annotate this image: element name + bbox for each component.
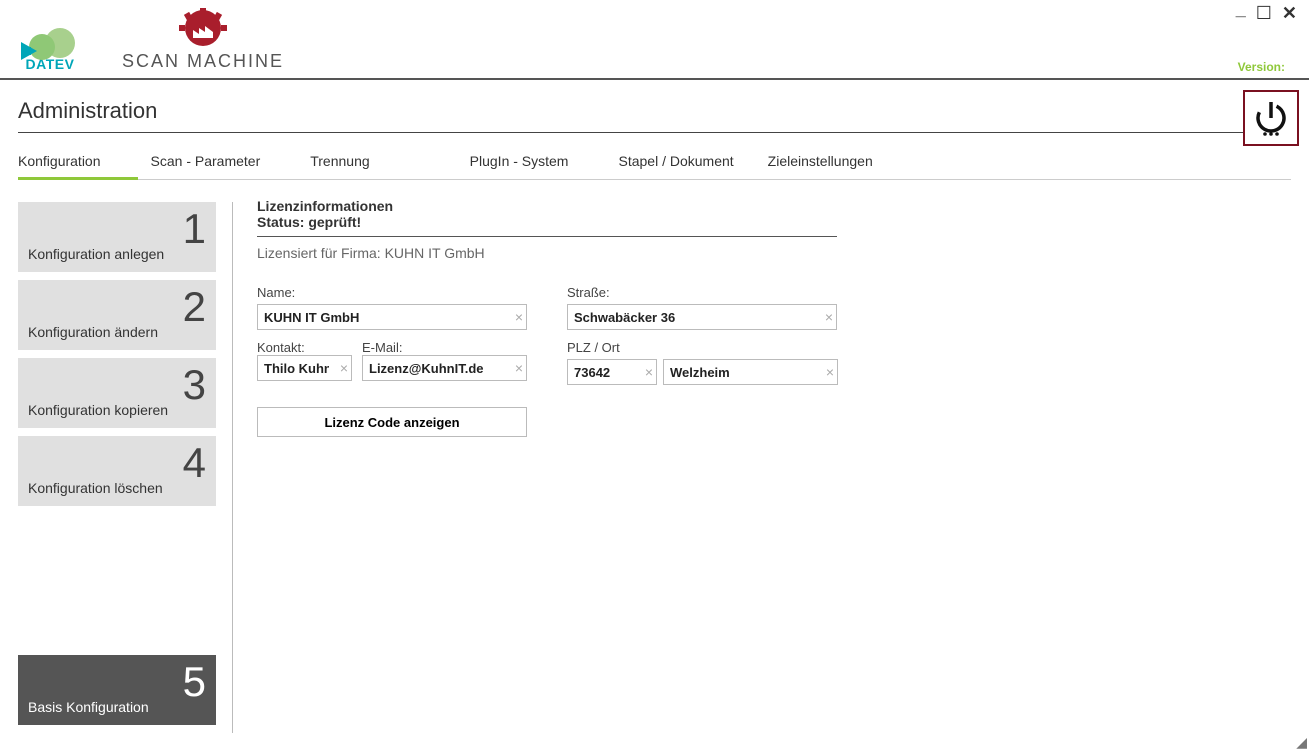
clear-icon[interactable]: × xyxy=(515,309,523,325)
sidebar-item-aendern[interactable]: Konfiguration ändern 2 xyxy=(18,280,216,350)
clear-icon[interactable]: × xyxy=(825,309,833,325)
sidebar-item-number: 2 xyxy=(183,280,206,335)
power-button[interactable] xyxy=(1243,90,1299,146)
license-status: Status: geprüft! xyxy=(257,214,1291,230)
sidebar-item-loeschen[interactable]: Konfiguration löschen 4 xyxy=(18,436,216,506)
label-name: Name: xyxy=(257,285,527,300)
tab-trennung[interactable]: Trennung xyxy=(310,147,389,179)
sidebar: Konfiguration anlegen 1 Konfiguration än… xyxy=(18,180,216,733)
scan-machine-logo-text: SCAN MACHINE xyxy=(122,51,284,72)
gear-factory-icon xyxy=(173,6,233,53)
page-title-divider xyxy=(18,132,1291,133)
vertical-divider xyxy=(232,202,233,733)
resize-grip-icon[interactable]: ◢ xyxy=(1296,734,1307,751)
input-contact[interactable] xyxy=(257,355,352,381)
clear-icon[interactable]: × xyxy=(340,360,348,376)
sidebar-item-kopieren[interactable]: Konfiguration kopieren 3 xyxy=(18,358,216,428)
license-heading: Lizenzinformationen xyxy=(257,198,1291,214)
power-icon xyxy=(1251,98,1291,138)
input-email[interactable] xyxy=(362,355,527,381)
tab-bar: Konfiguration Scan - Parameter Trennung … xyxy=(18,147,1291,180)
sidebar-item-label: Basis Konfiguration xyxy=(28,699,149,715)
tab-zieleinstellungen[interactable]: Zieleinstellungen xyxy=(768,147,893,179)
clear-icon[interactable]: × xyxy=(645,364,653,380)
content-area: Lizenzinformationen Status: geprüft! Liz… xyxy=(257,180,1291,733)
input-city[interactable] xyxy=(663,359,838,385)
label-plz-city: PLZ / Ort xyxy=(567,340,838,355)
input-street[interactable] xyxy=(567,304,837,330)
label-street: Straße: xyxy=(567,285,837,300)
sidebar-item-basis-konfiguration[interactable]: Basis Konfiguration 5 xyxy=(18,655,216,725)
tab-stapel-dokument[interactable]: Stapel / Dokument xyxy=(618,147,753,179)
tab-plugin-system[interactable]: PlugIn - System xyxy=(470,147,589,179)
scan-machine-logo: SCAN MACHINE xyxy=(122,6,284,72)
sidebar-item-label: Konfiguration ändern xyxy=(28,324,158,340)
sidebar-item-number: 5 xyxy=(183,655,206,710)
license-divider xyxy=(257,236,837,237)
input-name[interactable] xyxy=(257,304,527,330)
label-email: E-Mail: xyxy=(362,340,527,355)
app-header: DATEV SCAN MA xyxy=(0,0,1309,80)
sidebar-item-anlegen[interactable]: Konfiguration anlegen 1 xyxy=(18,202,216,272)
datev-logo: DATEV xyxy=(18,18,82,72)
sidebar-item-number: 3 xyxy=(183,358,206,413)
sidebar-item-label: Konfiguration kopieren xyxy=(28,402,168,418)
version-label: Version: xyxy=(1238,60,1285,74)
tab-scan-parameter[interactable]: Scan - Parameter xyxy=(151,147,281,179)
sidebar-item-number: 4 xyxy=(183,436,206,491)
sidebar-item-number: 1 xyxy=(183,202,206,257)
label-contact: Kontakt: xyxy=(257,340,352,355)
show-license-code-button[interactable]: Lizenz Code anzeigen xyxy=(257,407,527,437)
tab-konfiguration[interactable]: Konfiguration xyxy=(18,147,121,179)
license-for: Lizensiert für Firma: KUHN IT GmbH xyxy=(257,245,1291,261)
clear-icon[interactable]: × xyxy=(826,364,834,380)
clear-icon[interactable]: × xyxy=(515,360,523,376)
sidebar-item-label: Konfiguration anlegen xyxy=(28,246,164,262)
page-title: Administration xyxy=(0,80,1309,132)
input-plz[interactable] xyxy=(567,359,657,385)
cloud-icon xyxy=(23,28,78,58)
sidebar-item-label: Konfiguration löschen xyxy=(28,480,163,496)
